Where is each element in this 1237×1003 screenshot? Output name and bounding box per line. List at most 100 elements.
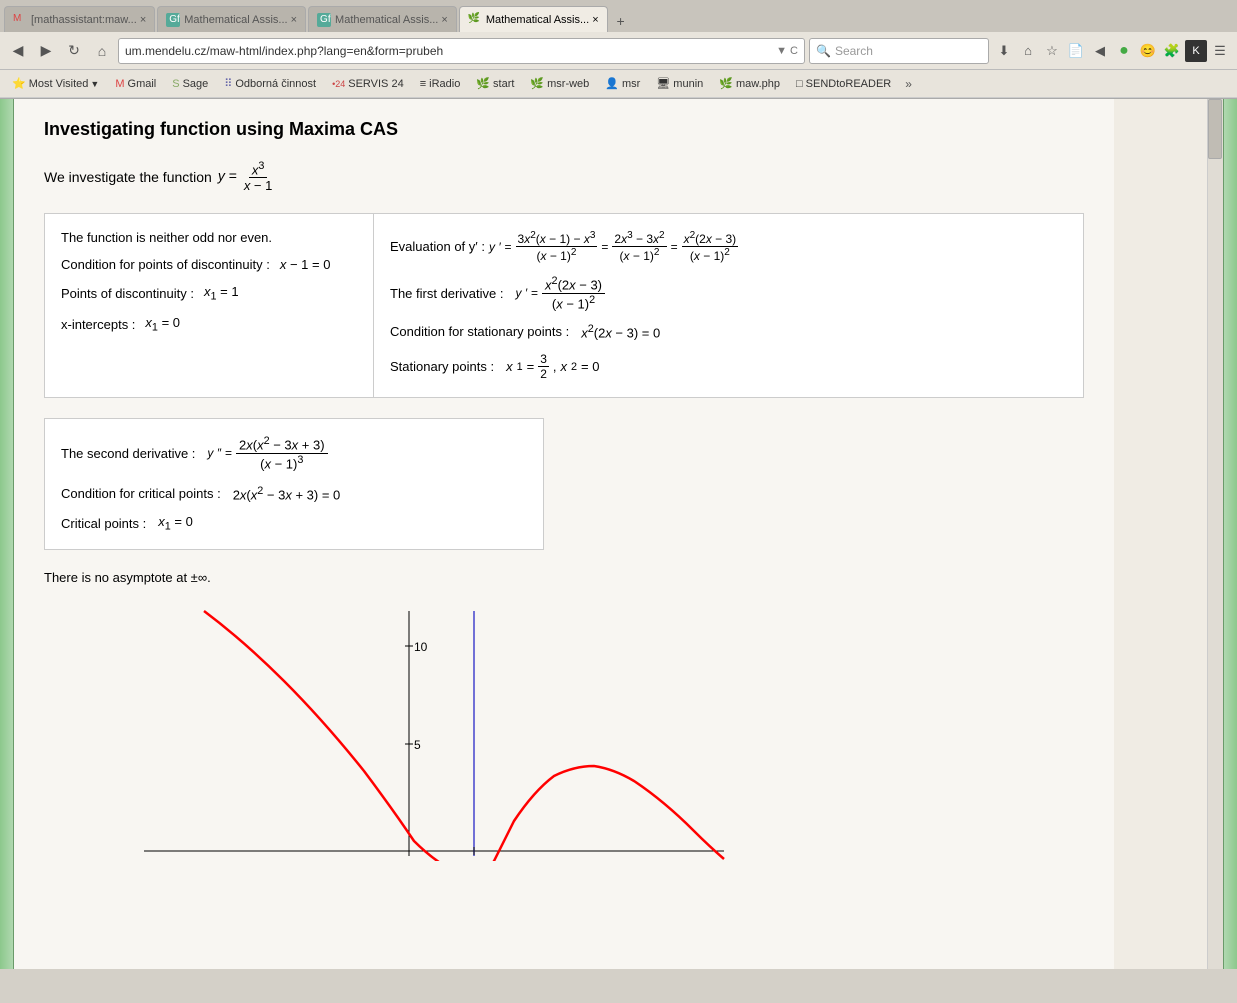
stationary-pts-line: Stationary points : x1 = 3 2 , x2 = 0 [390, 352, 1067, 381]
face-icon[interactable]: 😊 [1137, 40, 1159, 62]
forward-button[interactable]: ▶ [34, 39, 58, 63]
scrollbar[interactable] [1207, 99, 1223, 969]
discontinuity-cond-label: Condition for points of discontinuity : [61, 257, 270, 272]
bookmark-most-visited[interactable]: ⭐ Most Visited ▼ [6, 75, 105, 92]
critical-pts-math: x1 = 0 [158, 514, 193, 533]
bookmark-sendtoreader[interactable]: □ SENDtoREADER [790, 76, 897, 92]
box-second-deriv: The second derivative : y″ = 2x(x2 − 3x … [44, 418, 544, 550]
start-icon: 🌿 [476, 77, 490, 90]
maw-icon: 🌿 [719, 77, 733, 90]
eval-line: Evaluation of y′ : y′ = 3x2(x − 1) − x3 … [390, 230, 1067, 263]
home-button[interactable]: ⌂ [90, 39, 114, 63]
tab-1[interactable]: M [mathassistant:maw... × [4, 6, 155, 32]
tab-4-icon: 🌿 [468, 13, 482, 27]
start-label: start [493, 78, 514, 90]
servis-label: SERVIS 24 [348, 78, 403, 90]
critical-cond-math: 2x(x2 − 3x + 3) = 0 [233, 485, 341, 502]
iradio-icon: ≡ [420, 78, 426, 90]
maw-label: maw.php [736, 78, 780, 90]
reload-button[interactable]: ↻ [62, 39, 86, 63]
critical-pts-label: Critical points : [61, 516, 146, 531]
bookmark-servis[interactable]: •24 SERVIS 24 [326, 76, 410, 92]
x-intercepts-line: x-intercepts : x1 = 0 [61, 315, 357, 334]
sendtoreader-label: SENDtoREADER [806, 78, 892, 90]
page-content: Investigating function using Maxima CAS … [14, 99, 1114, 969]
k-icon[interactable]: K [1185, 40, 1207, 62]
sage-icon: S [172, 78, 179, 90]
bookmark-iradio[interactable]: ≡ iRadio [414, 76, 467, 92]
intro-math: y = x3 x − 1 [218, 160, 276, 193]
box-left: The function is neither odd nor even. Co… [44, 213, 374, 398]
first-deriv-line: The first derivative : y′ = x2(2x − 3) (… [390, 275, 1067, 311]
two-column-section: The function is neither odd nor even. Co… [44, 213, 1084, 398]
odborna-label: Odborná činnost [235, 78, 316, 90]
sendtoreader-icon: □ [796, 78, 803, 90]
iradio-label: iRadio [429, 78, 460, 90]
msr-icon: 👤 [605, 77, 619, 90]
critical-pts-line: Critical points : x1 = 0 [61, 514, 527, 533]
browser-content: Investigating function using Maxima CAS … [0, 99, 1237, 969]
stationary-cond-label: Condition for stationary points : [390, 324, 569, 339]
stationary-pts-label: Stationary points : [390, 359, 494, 374]
bookmark-gmail[interactable]: M Gmail [109, 76, 162, 92]
scrollbar-thumb[interactable] [1208, 99, 1222, 159]
second-deriv-math: y″ = 2x(x2 − 3x + 3) (x − 1)3 [207, 435, 327, 471]
bookmark-munin[interactable]: 🖥 munin [650, 75, 709, 92]
back-button[interactable]: ◀ [6, 39, 30, 63]
sage-label: Sage [183, 78, 209, 90]
function-intro: We investigate the function y = x3 x − 1 [44, 160, 1084, 193]
bookmark-sage[interactable]: S Sage [166, 76, 214, 92]
asymptote-text: There is no asymptote at ±∞. [44, 570, 211, 585]
critical-cond-label: Condition for critical points : [61, 486, 221, 501]
asymptote-line: There is no asymptote at ±∞. [44, 570, 1084, 585]
tab-1-icon: M [13, 13, 27, 27]
menu-icon[interactable]: ☰ [1209, 40, 1231, 62]
green-circle: ● [1113, 40, 1135, 62]
discontinuity-pts-label: Points of discontinuity : [61, 286, 194, 301]
extensions-icon[interactable]: 🧩 [1161, 40, 1183, 62]
bookmarks-overflow[interactable]: » [901, 75, 916, 93]
address-bar[interactable]: um.mendelu.cz/maw-html/index.php?lang=en… [118, 38, 805, 64]
x-intercepts-math: x1 = 0 [145, 315, 180, 334]
eval-label: Evaluation of y′ : [390, 239, 485, 254]
bookmark-maw[interactable]: 🌿 maw.php [713, 75, 786, 92]
tab-2[interactable]: Gf Mathematical Assis... × [157, 6, 306, 32]
bookmark-start[interactable]: 🌿 start [470, 75, 520, 92]
msr-web-icon: 🌿 [530, 77, 544, 90]
first-deriv-label: The first derivative : [390, 286, 503, 301]
bookmark-odborna[interactable]: ⠿ Odborná činnost [218, 75, 322, 92]
nav-bar: ◀ ▶ ↻ ⌂ um.mendelu.cz/maw-html/index.php… [0, 32, 1237, 70]
main-content[interactable]: Investigating function using Maxima CAS … [14, 99, 1223, 969]
browser-chrome: M [mathassistant:maw... × Gf Mathematica… [0, 0, 1237, 99]
msr-label: msr [622, 78, 640, 90]
tab-2-label: Mathematical Assis... × [184, 14, 297, 26]
critical-cond-line: Condition for critical points : 2x(x2 − … [61, 485, 527, 502]
new-tab-button[interactable]: + [610, 10, 632, 32]
tab-3[interactable]: Gf Mathematical Assis... × [308, 6, 457, 32]
bookmark-msr-web[interactable]: 🌿 msr-web [524, 75, 595, 92]
location-icon[interactable]: ◀ [1089, 40, 1111, 62]
gmail-icon: M [115, 78, 124, 90]
bookmark-icon[interactable]: 📄 [1065, 40, 1087, 62]
bookmarks-bar: ⭐ Most Visited ▼ M Gmail S Sage ⠿ Odborn… [0, 70, 1237, 98]
most-visited-arrow: ▼ [90, 79, 99, 89]
tab-3-icon: Gf [317, 13, 331, 27]
svg-text:10: 10 [414, 640, 428, 654]
eval-math: y′ = 3x2(x − 1) − x3 (x − 1)2 = 2x3 − 3x… [489, 230, 738, 263]
page-title: Investigating function using Maxima CAS [44, 119, 1084, 140]
search-bar[interactable]: 🔍 Search [809, 38, 989, 64]
tab-4[interactable]: 🌿 Mathematical Assis... × [459, 6, 608, 32]
star-icon[interactable]: ☆ [1041, 40, 1063, 62]
discontinuity-pts-line: Points of discontinuity : x1 = 1 [61, 284, 357, 303]
odd-even-text: The function is neither odd nor even. [61, 230, 272, 245]
discontinuity-cond-math: x − 1 = 0 [280, 257, 331, 272]
home-icon[interactable]: ⌂ [1017, 40, 1039, 62]
box-right: Evaluation of y′ : y′ = 3x2(x − 1) − x3 … [374, 213, 1084, 398]
address-icons: ▼ C [776, 45, 798, 57]
bookmark-msr[interactable]: 👤 msr [599, 75, 646, 92]
ssl-icon: C [790, 45, 798, 57]
svg-text:5: 5 [414, 738, 421, 752]
tab-bar: M [mathassistant:maw... × Gf Mathematica… [0, 0, 1237, 32]
download-icon[interactable]: ⬇ [993, 40, 1015, 62]
first-deriv-math: y′ = x2(2x − 3) (x − 1)2 [515, 275, 605, 311]
